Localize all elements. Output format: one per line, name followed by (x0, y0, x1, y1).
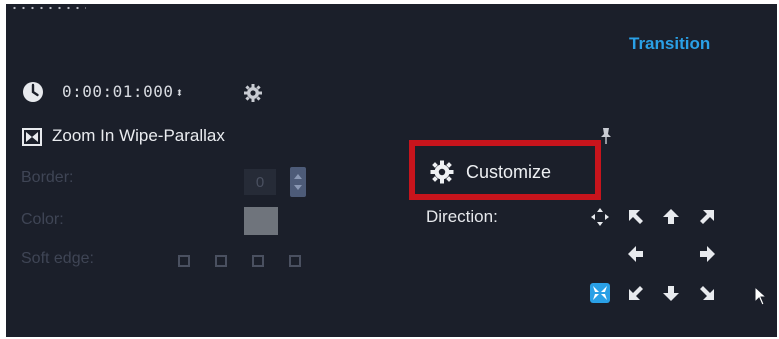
soft-edge-low[interactable] (215, 255, 227, 267)
soft-edge-high[interactable] (289, 255, 301, 267)
direction-left-icon[interactable] (626, 244, 646, 264)
duration-value: 0:00:01:000 (62, 82, 174, 101)
duration-spinner[interactable]: ⬍ (175, 86, 183, 101)
drag-grip[interactable] (10, 6, 86, 10)
color-label: Color: (21, 211, 64, 228)
color-swatch[interactable] (244, 207, 278, 235)
duration-field[interactable]: 0:00:01:000 ⬍ (62, 82, 184, 101)
border-stepper[interactable] (290, 167, 306, 197)
gear-icon (430, 160, 454, 184)
direction-center-x-icon[interactable] (590, 283, 610, 303)
soft-edge-none[interactable] (178, 255, 190, 267)
customize-button[interactable]: Customize (430, 154, 596, 190)
clock-icon (23, 82, 43, 102)
effect-title: Zoom In Wipe-Parallax (52, 126, 225, 145)
direction-up-left-icon[interactable] (626, 207, 646, 227)
border-label: Border: (21, 169, 74, 186)
direction-center-out-icon[interactable] (590, 207, 610, 227)
border-input[interactable]: 0 (244, 169, 276, 195)
customize-label: Customize (466, 161, 552, 182)
direction-label: Direction: (426, 207, 498, 226)
transition-effect-icon (22, 128, 42, 146)
soft-edge-medium[interactable] (252, 255, 264, 267)
direction-up-icon[interactable] (661, 207, 681, 227)
soft-edge-label: Soft edge: (21, 250, 94, 267)
transition-options-panel: Transition 0:00:01:000 ⬍ Zoom In Wipe-Par… (6, 4, 777, 337)
direction-down-right-icon[interactable] (697, 283, 717, 303)
mouse-cursor-icon (754, 286, 768, 306)
direction-down-left-icon[interactable] (626, 283, 646, 303)
direction-right-icon[interactable] (697, 244, 717, 264)
tab-transition[interactable]: Transition (629, 34, 710, 54)
direction-up-right-icon[interactable] (697, 207, 717, 227)
pin-icon[interactable] (599, 127, 613, 145)
settings-gear-icon[interactable] (243, 83, 263, 103)
direction-down-icon[interactable] (661, 283, 681, 303)
